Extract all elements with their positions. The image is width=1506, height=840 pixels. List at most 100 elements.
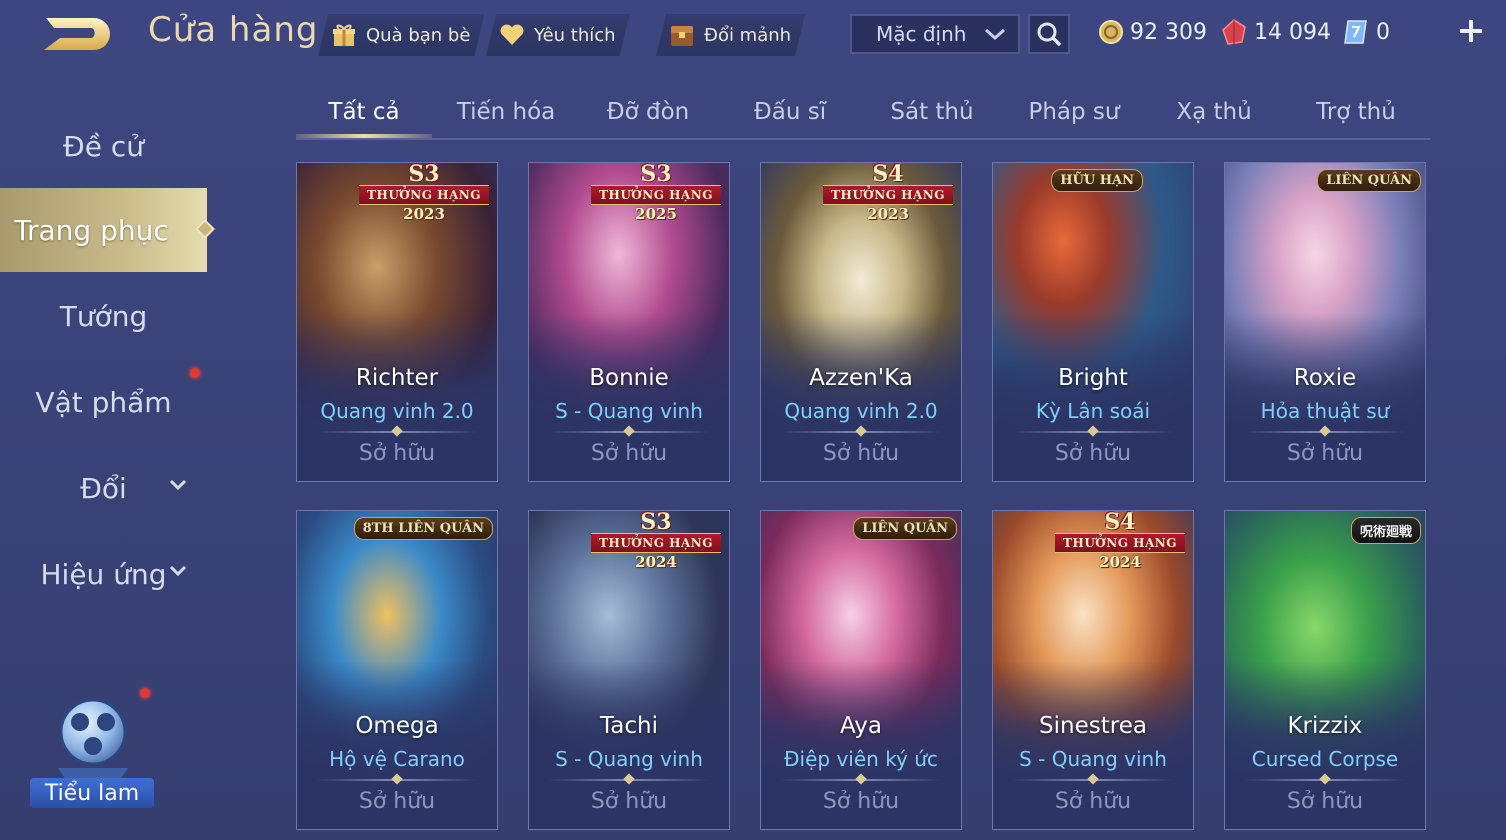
- badge-text: THƯỞNG HẠNG: [823, 185, 953, 205]
- voucher-balance: 14 094: [1220, 16, 1331, 48]
- skin-name: Hỏa thuật sư: [1260, 399, 1390, 423]
- hero-name: Omega: [355, 713, 439, 739]
- skin-card[interactable]: 8TH LIÊN QUÂN Omega Hộ vệ Carano Sở hữu: [296, 510, 498, 830]
- skin-card[interactable]: LIÊN QUÂN Roxie Hỏa thuật sư Sở hữu: [1224, 162, 1426, 482]
- badge-season: S3: [640, 162, 672, 187]
- favorites-label: Yêu thích: [534, 24, 616, 46]
- skin-name: Kỳ Lân soái: [1035, 399, 1151, 423]
- owned-status: Sở hữu: [1054, 441, 1132, 466]
- sidebar-item-items[interactable]: Vật phẩm: [0, 360, 207, 444]
- limited-badge: HỮU HẠN: [1051, 169, 1143, 192]
- sidebar-item-label: Hiệu ứng: [40, 557, 167, 591]
- owned-status: Sở hữu: [1286, 441, 1364, 466]
- gold-balance: 92 309: [1098, 16, 1207, 48]
- skin-card[interactable]: S3 THƯỞNG HẠNG 2025 Bonnie S - Quang vin…: [528, 162, 730, 482]
- skin-name: Hộ vệ Carano: [329, 747, 465, 771]
- friend-gift-label: Quà bạn bè: [366, 24, 471, 46]
- skin-card[interactable]: S3 THƯỞNG HẠNG 2023 Richter Quang vinh 2…: [296, 162, 498, 482]
- badge-season: S3: [408, 162, 440, 187]
- hero-name: Sinestrea: [1039, 713, 1147, 739]
- sidebar-item-label: Vật phẩm: [35, 385, 172, 419]
- rank-reward-badge: S3 THƯỞNG HẠNG 2023: [359, 162, 489, 223]
- hero-name: Bright: [1058, 365, 1128, 391]
- hero-name: Krizzix: [1287, 713, 1363, 739]
- badge-text: THƯỞNG HẠNG: [1055, 533, 1185, 553]
- chevron-down-icon: [169, 565, 187, 577]
- tab-evolution[interactable]: Tiến hóa: [436, 88, 576, 136]
- voucher-amount: 14 094: [1254, 19, 1331, 45]
- plus-icon: [1460, 20, 1482, 42]
- badge-year: 2025: [635, 205, 677, 223]
- sidebar-item-label: Đề cử: [63, 129, 144, 163]
- chevron-down-icon: [985, 28, 1005, 41]
- skin-card[interactable]: LIÊN QUÂN Aya Điệp viên ký ức Sở hữu: [760, 510, 962, 830]
- search-button[interactable]: [1028, 14, 1070, 54]
- diamond-balance: 0: [1342, 16, 1390, 48]
- skin-card[interactable]: S3 THƯỞNG HẠNG 2024 Tachi S - Quang vinh…: [528, 510, 730, 830]
- diamond-amount: 0: [1376, 19, 1390, 45]
- top-up-button[interactable]: [1456, 14, 1486, 48]
- skin-name: Điệp viên ký ức: [784, 747, 938, 771]
- mascot-label: Tiểu lam: [30, 778, 154, 808]
- hero-name: Tachi: [600, 713, 658, 739]
- collab-logo-badge: 呪術廻戦: [1350, 517, 1421, 544]
- rank-reward-badge: S4 THƯỞNG HẠNG 2023: [823, 162, 953, 223]
- skin-card[interactable]: 呪術廻戦 Krizzix Cursed Corpse Sở hữu: [1224, 510, 1426, 830]
- hero-name: Bonnie: [589, 365, 669, 391]
- owned-status: Sở hữu: [1054, 789, 1132, 814]
- sidebar-item-skins[interactable]: Trang phục: [0, 188, 207, 272]
- owned-status: Sở hữu: [590, 441, 668, 466]
- back-arrow-icon: [44, 18, 110, 50]
- skin-card[interactable]: S4 THƯỞNG HẠNG 2024 Sinestrea S - Quang …: [992, 510, 1194, 830]
- friend-gift-button[interactable]: Quà bạn bè: [318, 14, 484, 56]
- back-button[interactable]: [36, 12, 116, 54]
- sidebar-item-heroes[interactable]: Tướng: [0, 274, 207, 358]
- gift-icon: [330, 21, 358, 49]
- heart-icon: [498, 21, 526, 49]
- category-tabs: Tất cả Tiến hóa Đỡ đòn Đấu sĩ Sát thủ Ph…: [296, 88, 1430, 140]
- badge-season: S4: [872, 162, 904, 187]
- hero-name: Aya: [840, 713, 882, 739]
- skin-card[interactable]: S4 THƯỞNG HẠNG 2023 Azzen'Ka Quang vinh …: [760, 162, 962, 482]
- sidebar-item-label: Tướng: [59, 299, 148, 333]
- favorites-button[interactable]: Yêu thích: [486, 14, 630, 56]
- tab-tank[interactable]: Đỡ đòn: [580, 88, 716, 136]
- notification-dot: [190, 368, 200, 378]
- owned-status: Sở hữu: [358, 441, 436, 466]
- mascot-icon: [58, 698, 128, 780]
- tab-fighter[interactable]: Đấu sĩ: [720, 88, 860, 136]
- sidebar-item-label: Đổi: [80, 471, 127, 505]
- skin-name: S - Quang vinh: [1019, 747, 1167, 771]
- sidebar-item-recommended[interactable]: Đề cử: [0, 104, 207, 188]
- badge-year: 2023: [403, 205, 445, 223]
- page-title: Cửa hàng: [148, 10, 319, 50]
- exchange-fragments-button[interactable]: Đổi mảnh: [656, 14, 805, 56]
- fragment-chest-icon: [668, 21, 696, 49]
- tab-support[interactable]: Trợ thủ: [1286, 88, 1426, 136]
- owned-status: Sở hữu: [358, 789, 436, 814]
- diamond-icon: [1344, 20, 1367, 44]
- sort-dropdown[interactable]: Mặc định: [850, 14, 1020, 54]
- owned-status: Sở hữu: [590, 789, 668, 814]
- sidebar-item-effects[interactable]: Hiệu ứng: [0, 532, 207, 616]
- badge-text: THƯỞNG HẠNG: [591, 533, 721, 553]
- skin-card[interactable]: HỮU HẠN Bright Kỳ Lân soái Sở hữu: [992, 162, 1194, 482]
- chevron-down-icon: [169, 479, 187, 491]
- tab-marksman[interactable]: Xạ thủ: [1146, 88, 1282, 136]
- sidebar-item-exchange[interactable]: Đổi: [0, 446, 207, 530]
- active-tab-underline: [296, 134, 432, 138]
- tab-all[interactable]: Tất cả: [296, 88, 432, 136]
- badge-year: 2023: [867, 205, 909, 223]
- hero-name: Roxie: [1293, 365, 1357, 391]
- tab-assassin[interactable]: Sát thủ: [862, 88, 1002, 136]
- sidebar-item-label: Trang phục: [14, 213, 169, 247]
- skin-name: Quang vinh 2.0: [320, 399, 474, 423]
- skin-name: Cursed Corpse: [1251, 747, 1399, 771]
- tab-mage[interactable]: Pháp sư: [1004, 88, 1144, 136]
- owned-status: Sở hữu: [822, 441, 900, 466]
- owned-status: Sở hữu: [822, 789, 900, 814]
- game-logo-badge: LIÊN QUÂN: [1317, 169, 1421, 192]
- badge-text: THƯỞNG HẠNG: [591, 185, 721, 205]
- badge-year: 2024: [1099, 553, 1141, 571]
- badge-year: 2024: [635, 553, 677, 571]
